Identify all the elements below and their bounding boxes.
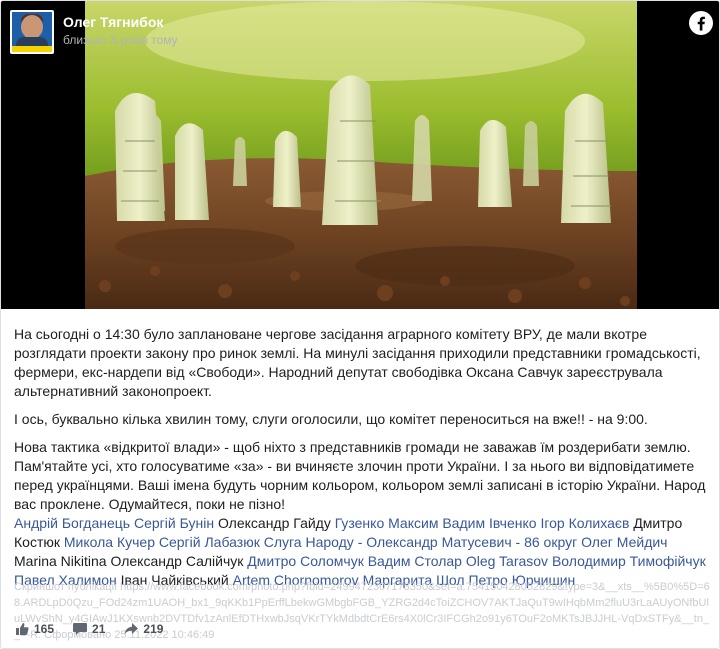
facebook-post-card: Олег Тягнибок близько 3 років тому На сь… — [0, 0, 720, 649]
tagged-profile-link[interactable]: Гузенко Максим — [335, 515, 439, 531]
tagged-name-text: Олександр Салійчук — [110, 553, 244, 569]
author-avatar[interactable] — [10, 10, 54, 54]
post-media[interactable]: Олег Тягнибок близько 3 років тому — [1, 1, 719, 309]
tagged-name-text: Marina Nikitina — [14, 553, 107, 569]
tagged-profile-link[interactable]: Ігор Колихаєв — [540, 515, 629, 531]
comment-count-value: 21 — [92, 622, 106, 636]
like-count[interactable]: 165 — [14, 621, 54, 637]
post-paragraph: І ось, буквально кілька хвилин тому, слу… — [14, 411, 648, 427]
share-icon — [124, 623, 139, 635]
comment-count[interactable]: 21 — [72, 621, 105, 637]
post-paragraph: На сьогодні о 14:30 було заплановане чер… — [14, 326, 701, 399]
post-text: На сьогодні о 14:30 було заплановане чер… — [14, 325, 710, 590]
post-time[interactable]: близько 3 років тому — [63, 33, 178, 48]
tagged-profile-link[interactable]: Oleg Tarasov — [466, 553, 548, 569]
like-count-value: 165 — [34, 622, 55, 636]
tagged-profile-link[interactable]: Сергій Бунін — [134, 515, 214, 531]
share-count-value: 219 — [143, 622, 164, 636]
tagged-profile-link[interactable]: Вадим Івченко — [442, 515, 536, 531]
tagged-profile-link[interactable]: Андрій Богданець — [14, 515, 130, 531]
tagged-profile-link[interactable]: Володимир Тимофійчук — [552, 553, 706, 569]
author-block: Олег Тягнибок близько 3 років тому — [63, 14, 178, 48]
tagged-profile-link[interactable]: Слуга Народу - Олександр Матусевич - 86 … — [264, 534, 577, 550]
author-name[interactable]: Олег Тягнибок — [63, 14, 178, 31]
tagged-profile-link[interactable]: Сергій Лабазюк — [159, 534, 260, 550]
post-paragraph: Нова тактика «відкритої влади» - щоб ніх… — [14, 439, 706, 512]
tagged-profile-link[interactable]: Олег Мейдич — [581, 534, 667, 550]
share-count[interactable]: 219 — [123, 621, 163, 637]
tagged-profile-link[interactable]: Дмитро Соломчук — [247, 553, 364, 569]
facebook-logo-icon[interactable] — [689, 11, 713, 35]
comment-icon — [73, 623, 88, 635]
tagged-name-text: Олександр Гайду — [217, 515, 331, 531]
post-header: Олег Тягнибок близько 3 років тому — [10, 10, 178, 54]
like-icon — [16, 623, 29, 635]
tagged-profile-link[interactable]: Вадим Столар — [368, 553, 462, 569]
tagged-profile-link[interactable]: Микола Кучер — [64, 534, 155, 550]
reactions-bar: 165 21 219 — [14, 621, 181, 637]
